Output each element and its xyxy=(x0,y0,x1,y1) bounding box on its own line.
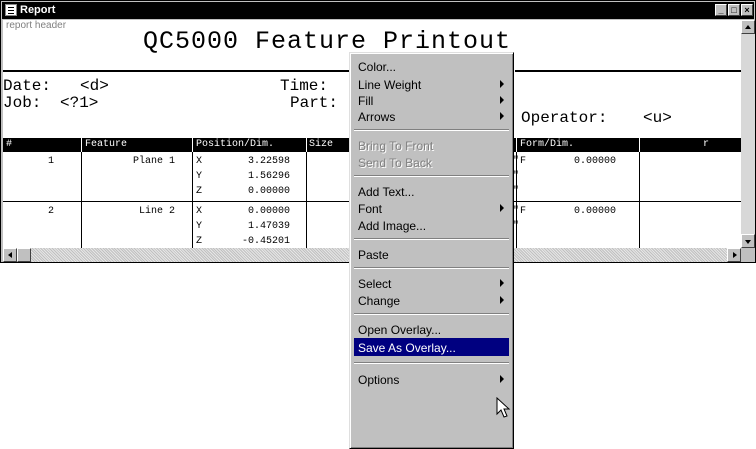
row-axis: X xyxy=(196,156,203,167)
header-rule-left xyxy=(3,70,363,72)
row-value: 0.00000 xyxy=(248,186,291,197)
row-axis: Y xyxy=(196,171,203,182)
menu-item-open-overlay[interactable]: Open Overlay... xyxy=(350,320,513,338)
grid-line xyxy=(306,152,307,248)
form-axis: F xyxy=(520,206,527,217)
col-r[interactable]: r xyxy=(703,139,709,150)
menu-separator xyxy=(354,267,509,269)
menu-item-save-as-overlay[interactable]: Save As Overlay... xyxy=(354,338,509,356)
row-value: 0.00000 xyxy=(248,206,291,217)
report-app-icon[interactable] xyxy=(5,4,17,16)
time-label[interactable]: Time: xyxy=(280,77,328,95)
col-number[interactable]: # xyxy=(6,139,12,150)
row-axis: Z xyxy=(196,186,203,197)
submenu-arrow-icon xyxy=(500,375,504,383)
grid-line xyxy=(639,152,640,248)
menu-item-add-image[interactable]: Add Image... xyxy=(350,216,513,234)
maximize-button[interactable]: □ xyxy=(728,4,740,16)
menu-item-change[interactable]: Change xyxy=(350,291,513,309)
form-value: 0.00000 xyxy=(574,156,617,167)
menu-item-bring-to-front[interactable]: Bring To Front xyxy=(350,136,513,154)
title-bar[interactable]: Report _ □ × xyxy=(2,2,754,19)
submenu-arrow-icon xyxy=(500,204,504,212)
row-axis: Y xyxy=(196,221,203,232)
header-divider xyxy=(639,138,640,152)
col-size[interactable]: Size xyxy=(309,139,333,150)
form-value: 0.00000 xyxy=(574,206,617,217)
menu-separator xyxy=(354,313,509,315)
menu-separator xyxy=(354,238,509,240)
submenu-arrow-icon xyxy=(500,279,504,287)
menu-separator xyxy=(354,129,509,131)
row-axis: Z xyxy=(196,236,203,247)
menu-item-options[interactable]: Options xyxy=(350,370,513,388)
date-value[interactable]: <d> xyxy=(80,77,109,95)
scroll-thumb[interactable] xyxy=(17,248,31,262)
form-axis: F xyxy=(520,156,527,167)
row-value: -0.45201 xyxy=(242,236,291,247)
job-label[interactable]: Job: xyxy=(3,94,41,112)
grid-line xyxy=(81,152,82,248)
grid-line xyxy=(192,152,193,248)
vertical-scrollbar[interactable] xyxy=(741,20,755,248)
row-value: 1.56296 xyxy=(248,171,291,182)
submenu-arrow-icon xyxy=(500,80,504,88)
date-label[interactable]: Date: xyxy=(3,77,51,95)
job-value[interactable]: <?1> xyxy=(60,94,98,112)
submenu-arrow-icon xyxy=(500,296,504,304)
menu-item-color[interactable]: Color... xyxy=(350,57,513,75)
row-value: 1.47039 xyxy=(248,221,291,232)
row-feature: Line 2 xyxy=(139,206,176,217)
header-divider xyxy=(516,138,517,152)
menu-separator xyxy=(354,362,509,364)
row-number: 1 xyxy=(48,156,55,167)
header-divider xyxy=(192,138,193,152)
minimize-button[interactable]: _ xyxy=(715,4,727,16)
menu-item-select[interactable]: Select xyxy=(350,274,513,292)
scroll-up-icon[interactable] xyxy=(741,20,755,34)
col-form[interactable]: Form/Dim. xyxy=(520,139,574,150)
menu-item-paste[interactable]: Paste xyxy=(350,245,513,263)
window-title: Report xyxy=(20,4,56,16)
row-value: 3.22598 xyxy=(248,156,291,167)
col-position[interactable]: Position/Dim. xyxy=(196,139,274,150)
submenu-arrow-icon xyxy=(500,112,504,120)
report-header-label: report header xyxy=(6,20,67,31)
context-menu: Color... Line Weight Fill Arrows Bring T… xyxy=(349,52,514,449)
menu-item-add-text[interactable]: Add Text... xyxy=(350,182,513,200)
part-label[interactable]: Part: xyxy=(290,94,338,112)
submenu-arrow-icon xyxy=(500,96,504,104)
menu-separator xyxy=(354,175,509,177)
scroll-down-icon[interactable] xyxy=(741,234,755,248)
row-axis: X xyxy=(196,206,203,217)
menu-item-font[interactable]: Font xyxy=(350,199,513,217)
col-feature[interactable]: Feature xyxy=(85,139,127,150)
header-divider xyxy=(306,138,307,152)
menu-item-send-to-back[interactable]: Send To Back xyxy=(350,153,513,171)
operator-value[interactable]: <u> xyxy=(643,109,672,127)
mouse-pointer-icon xyxy=(496,397,511,418)
close-button[interactable]: × xyxy=(741,4,753,16)
operator-label[interactable]: Operator: xyxy=(521,109,607,127)
row-number: 2 xyxy=(48,206,55,217)
scroll-right-icon[interactable] xyxy=(727,248,741,262)
scroll-left-icon[interactable] xyxy=(3,248,17,262)
header-rule-right xyxy=(515,70,741,72)
menu-item-arrows[interactable]: Arrows xyxy=(350,107,513,125)
row-feature: Plane 1 xyxy=(133,156,176,167)
header-divider xyxy=(81,138,82,152)
